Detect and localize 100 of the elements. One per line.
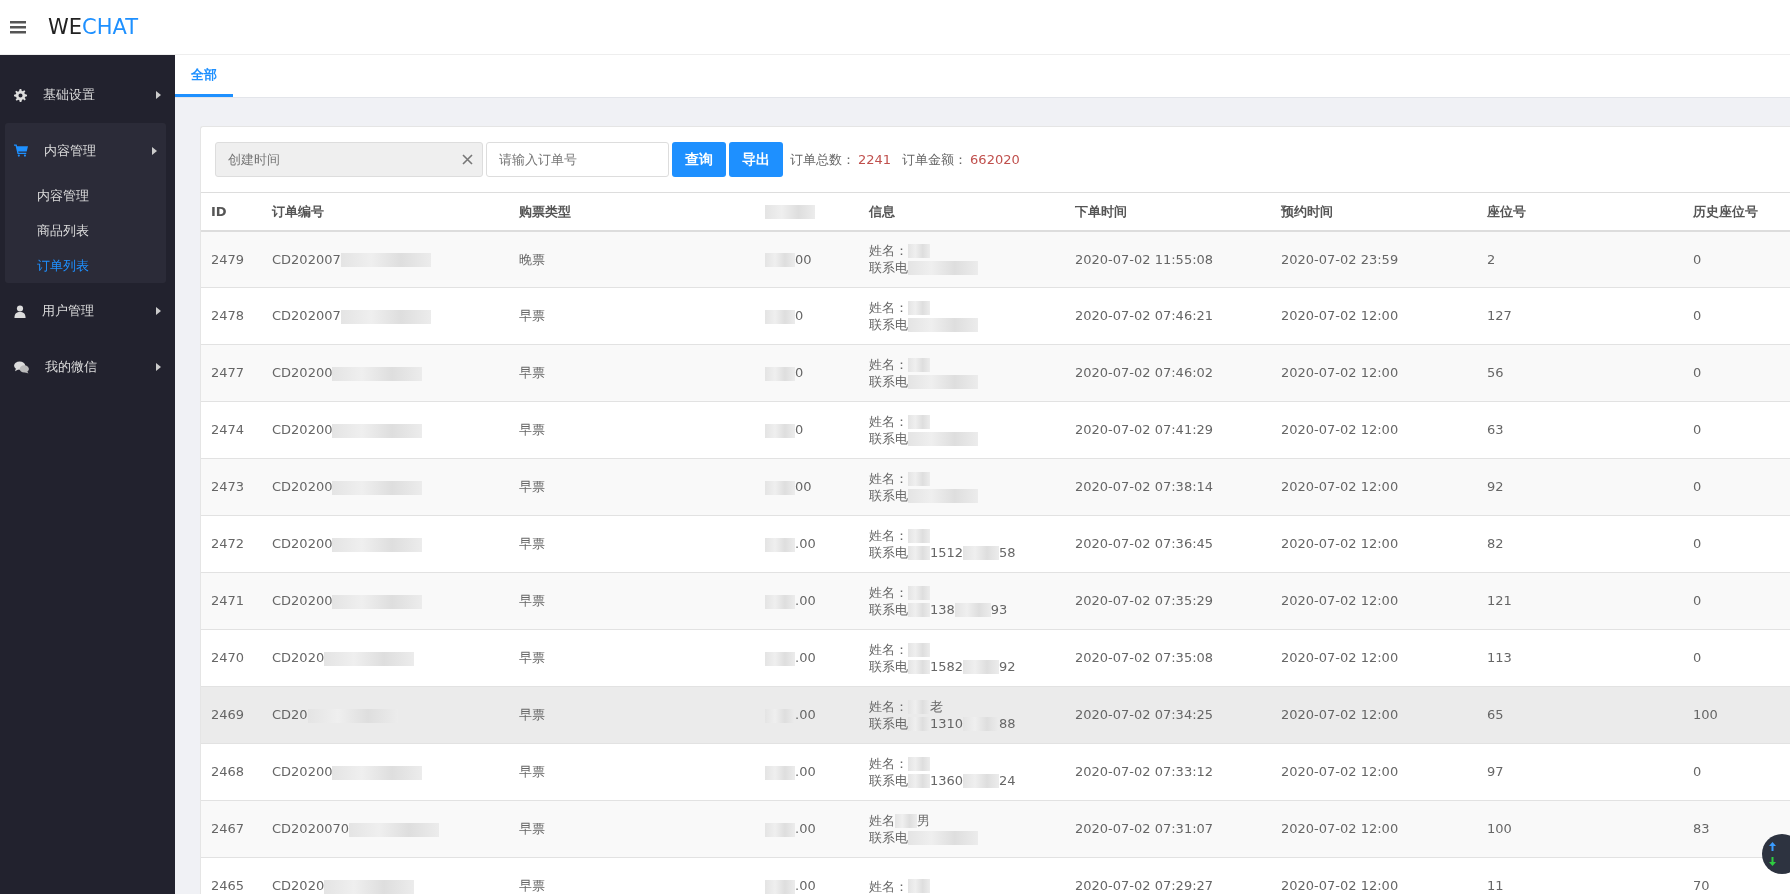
sidebar-subitem[interactable]: 订单列表 <box>5 248 166 283</box>
table-cell: .00 <box>795 536 816 552</box>
phone-label: 联系电 <box>869 373 908 390</box>
phone-fragment: 1582 <box>930 658 964 675</box>
arrows-icon <box>1768 841 1777 867</box>
table-cell: 2 <box>1487 251 1496 267</box>
column-header: 预约时间 <box>1281 203 1333 219</box>
sidebar-subitem[interactable]: 内容管理 <box>5 178 166 213</box>
phone-label: 联系电 <box>869 544 908 561</box>
table-cell: 2469 <box>211 707 245 723</box>
redaction-blur <box>908 528 930 543</box>
table-cell: CD20 <box>272 707 308 723</box>
phone-label: 联系电 <box>869 715 908 732</box>
phone-label: 联系电 <box>869 658 908 675</box>
table-cell: CD2020 <box>272 650 325 666</box>
redaction-blur <box>765 205 815 219</box>
column-header: 历史座位号 <box>1693 203 1758 219</box>
table-cell: 2020-07-02 12:00 <box>1281 365 1399 381</box>
table-cell: 2020-07-02 11:55:08 <box>1075 251 1214 267</box>
amount-label: 订单金额： <box>902 150 968 169</box>
table-cell: .00 <box>795 878 816 894</box>
redaction-blur <box>908 471 930 486</box>
redaction-blur <box>895 813 917 828</box>
redaction-blur <box>908 602 930 617</box>
redaction-blur <box>765 480 795 495</box>
redaction-blur <box>765 651 795 666</box>
table-cell: .00 <box>795 593 816 609</box>
table-cell: 2020-07-02 12:00 <box>1281 878 1399 894</box>
table-cell: 83 <box>1693 821 1710 837</box>
name-label: 姓名： <box>869 641 908 658</box>
sidebar-item[interactable]: 内容管理 <box>5 123 166 178</box>
phone-fragment: 1310 <box>930 715 964 732</box>
table-cell: CD202007 <box>272 308 341 324</box>
table-cell: 2020-07-02 07:35:08 <box>1075 650 1214 666</box>
redaction-blur <box>765 253 795 267</box>
menu-icon[interactable] <box>10 20 26 34</box>
order-number-field[interactable]: 请输入订单号 <box>486 142 669 177</box>
table-cell: CD20200 <box>272 593 333 609</box>
table-cell: 2020-07-02 12:00 <box>1281 593 1399 609</box>
name-label: 姓名 <box>869 812 895 829</box>
redaction-blur <box>908 830 978 845</box>
redaction-blur <box>765 594 795 609</box>
column-header: 下单时间 <box>1075 203 1127 219</box>
logo: WECHAT <box>48 16 139 38</box>
table-cell: 82 <box>1487 536 1504 552</box>
name-label: 姓名： <box>869 877 908 894</box>
table-cell: 2020-07-02 07:29:27 <box>1075 878 1214 894</box>
phone-fragment: 138 <box>930 601 955 618</box>
table-cell: 早票 <box>519 878 545 894</box>
column-header: 信息 <box>869 203 895 219</box>
redaction-blur <box>908 260 978 275</box>
table-cell: 2471 <box>211 593 245 609</box>
table-cell: 92 <box>1487 479 1504 495</box>
sidebar-item[interactable]: 我的微信 <box>0 339 175 395</box>
table-cell: CD2020070 <box>272 821 349 837</box>
phone-fragment: 93 <box>990 601 1008 618</box>
table-cell: 0 <box>1693 479 1702 495</box>
table-cell: 127 <box>1487 308 1512 324</box>
table-cell: 100 <box>1487 821 1512 837</box>
table-cell: 2470 <box>211 650 245 666</box>
table-cell: .00 <box>795 650 816 666</box>
phone-label: 联系电 <box>869 259 908 277</box>
sidebar-item[interactable]: 用户管理 <box>0 283 175 339</box>
redaction-blur <box>908 357 930 372</box>
table-cell: 2020-07-02 12:00 <box>1281 479 1399 495</box>
redaction-blur <box>908 431 978 446</box>
table-cell: 早票 <box>519 479 545 495</box>
table-cell: 2020-07-02 07:46:02 <box>1075 365 1214 381</box>
table-cell: 2020-07-02 12:00 <box>1281 707 1399 723</box>
total-label: 订单总数： <box>790 150 855 169</box>
table-cell: 2020-07-02 07:31:07 <box>1075 821 1214 837</box>
column-header: 座位号 <box>1487 203 1526 219</box>
table-cell: 0 <box>1693 422 1702 438</box>
redaction-blur <box>908 879 930 893</box>
table-cell: .00 <box>795 764 816 780</box>
redaction-blur <box>908 300 930 315</box>
phone-label: 联系电 <box>869 316 908 333</box>
phone-label: 联系电 <box>869 601 908 618</box>
table-cell: 00 <box>795 251 812 267</box>
table-cell: .00 <box>795 707 816 723</box>
user-icon <box>14 304 26 318</box>
table-cell: 0 <box>795 308 804 324</box>
redaction-blur <box>908 756 930 771</box>
name-label: 姓名： <box>869 413 908 430</box>
phone-fragment: 1512 <box>930 544 964 561</box>
sidebar-subitem[interactable]: 商品列表 <box>5 213 166 248</box>
sidebar-item[interactable]: 基础设置 <box>0 67 175 123</box>
date-field[interactable]: 创建时间 <box>215 142 483 177</box>
redaction-blur <box>908 488 978 503</box>
redaction-blur <box>908 414 930 429</box>
table-cell: 0 <box>1693 251 1702 267</box>
table-cell: 100 <box>1693 707 1718 723</box>
phone-fragment: 92 <box>999 658 1016 675</box>
table-cell: 0 <box>1693 593 1702 609</box>
table-cell: 2020-07-02 12:00 <box>1281 821 1399 837</box>
clear-icon[interactable] <box>462 154 473 165</box>
table-cell: 2020-07-02 07:46:21 <box>1075 308 1214 324</box>
table-cell: .00 <box>795 821 816 837</box>
redaction-blur <box>765 309 795 324</box>
redaction-blur <box>765 537 795 552</box>
